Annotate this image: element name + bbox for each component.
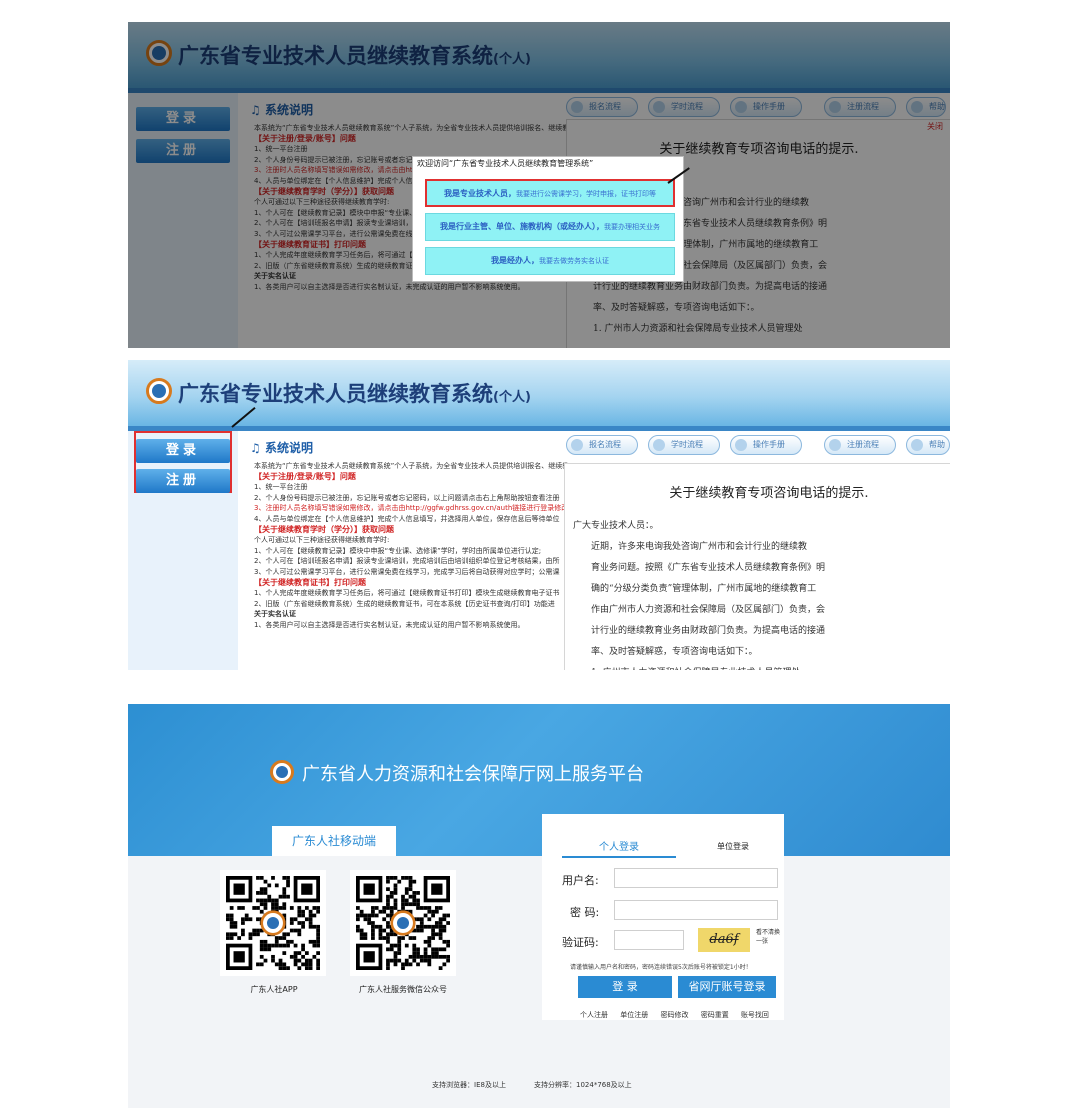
- logo-icon: [146, 378, 172, 404]
- doc-line: 1、个人完成年度继续教育学习任务后，将可通过【继续教育证书打印】模块生成继续教育…: [254, 589, 560, 598]
- doc-line: 2、旧版（广东省继续教育系统）生成的继续教育证书，可在本系统【历史证书查询/打印…: [254, 599, 555, 608]
- option-agent[interactable]: 我是经办人，我要去做劳务实名认证: [425, 247, 675, 275]
- left-nav: 登录 注册: [128, 431, 238, 670]
- tab-personal-login[interactable]: 个人登录: [562, 838, 676, 858]
- doc-line: 1、各类用户可以自主选择是否进行实名制认证，未完成认证的用户暂不影响系统使用。: [254, 620, 525, 629]
- notice-line: 1. 广州市人力资源和社会保障局专业技术人员管理处: [573, 663, 950, 670]
- login-links: 个人注册 单位注册 密码修改 密码重置 账号找回: [580, 1010, 780, 1020]
- link-unit-register[interactable]: 单位注册: [620, 1011, 648, 1019]
- welcome-dialog: 欢迎访问“广东省专业技术人员继续教育管理系统” 我是专业技术人员，我要进行公需课…: [412, 156, 684, 282]
- notice-line: 广大专业技术人员：。: [573, 521, 659, 531]
- support-browser: 支持浏览器：IE8及以上: [432, 1081, 506, 1089]
- doc-line: 关于实名认证: [254, 610, 296, 619]
- qr-code-wechat: [350, 870, 456, 976]
- notice-line: 作由广州市人力资源和社会保障局（及区属部门）负责，会: [591, 605, 826, 615]
- doc-line: 【关于继续教育学时（学分）】获取问题: [254, 524, 394, 534]
- option-professional[interactable]: 我是专业技术人员，我要进行公需课学习，学时申报，证书打印等: [425, 179, 675, 207]
- portal-banner: 广东省人力资源和社会保障厅网上服务平台 广东人社移动端: [128, 704, 950, 856]
- link-password-change[interactable]: 密码修改: [660, 1011, 688, 1019]
- notice-line: 近期，许多来电询我处咨询广州市和会计行业的继续教: [591, 542, 808, 552]
- notice-text: 广大专业技术人员：。近期，许多来电询我处咨询广州市和会计行业的继续教育业务问题。…: [573, 516, 950, 670]
- system-header: 广东省专业技术人员继续教育系统(个人): [128, 360, 950, 426]
- doc-line: 本系统为“广东省专业技术人员继续教育系统”个人子系统，为全省专业技术人员提供培训…: [254, 462, 570, 470]
- notice-line: 计行业的继续教育业务由财政部门负责。为提高电话的接通: [591, 626, 826, 636]
- doc-line: 个人可通过以下三种途径获得继续教育学时:: [254, 536, 390, 545]
- captcha-input[interactable]: [614, 930, 684, 950]
- notice-line: 率、及时答疑解惑，专项咨询电话如下：。: [591, 647, 758, 657]
- tab-hours-flow[interactable]: 学时流程: [648, 435, 720, 455]
- doc-line: 【关于注册/登录/账号】问题: [254, 471, 356, 481]
- info-icon: ♫: [250, 441, 265, 455]
- link-account-recover[interactable]: 账号找回: [741, 1011, 769, 1019]
- mobile-tab[interactable]: 广东人社移动端: [272, 826, 396, 856]
- option-unit[interactable]: 我是行业主管、单位、施教机构（或经办人），我要办理相关业务: [425, 213, 675, 241]
- top-tabs: 报名流程 学时流程 操作手册 注册流程 帮助: [566, 435, 950, 457]
- doc-line: 4、人员与单位绑定在【个人信息维护】完成个人信息填写，并选择用人单位，保存信息后…: [254, 514, 560, 523]
- doc-line: 【关于继续教育证书】打印问题: [254, 577, 366, 587]
- doc-line: 1、统一平台注册: [254, 483, 308, 492]
- system-description: 本系统为“广东省专业技术人员继续教育系统”个人子系统，为全省专业技术人员提供培训…: [254, 461, 572, 631]
- refresh-captcha-link[interactable]: 看不清换一张: [756, 928, 780, 946]
- qr-caption-wechat: 广东人社服务微信公众号: [359, 985, 447, 994]
- tab-signup-flow[interactable]: 报名流程: [566, 435, 638, 455]
- doc-line: 2、个人可在【培训班报名申请】报读专业课培训，完成培训后由培训组织单位登记考核结…: [254, 557, 560, 566]
- support-resolution: 支持分辨率：1024*768及以上: [534, 1081, 632, 1089]
- logo-icon: [270, 760, 294, 784]
- doc-line: 3、注册时人员名称填写错误如需修改，请点击由http://ggfw.gdhrss…: [254, 504, 572, 513]
- tab-register-flow[interactable]: 注册流程: [824, 435, 896, 455]
- screenshot-system-with-dialog: 广东省专业技术人员继续教育系统(个人) 登录 注册 ♫ 系统说明 报名流程 学时…: [128, 22, 950, 348]
- screenshot-system-main: 广东省专业技术人员继续教育系统(个人) 登录 注册 ♫ 系统说明 报名流程 学时…: [128, 360, 950, 670]
- password-label: 密 码:: [570, 906, 600, 919]
- notice-title: 关于继续教育专项咨询电话的提示.: [669, 486, 869, 501]
- province-login-button[interactable]: 省网厅账号登录: [678, 976, 776, 998]
- system-title: 广东省专业技术人员继续教育系统(个人): [178, 382, 531, 406]
- notice-line: 育业务问题。按照《广东省专业技术人员继续教育条例》明: [591, 563, 826, 573]
- portal-title: 广东省人力资源和社会保障厅网上服务平台: [302, 764, 644, 785]
- login-button[interactable]: 登 录: [578, 976, 672, 998]
- tab-manual[interactable]: 操作手册: [730, 435, 802, 455]
- tab-help[interactable]: 帮助: [906, 435, 950, 455]
- username-input[interactable]: [614, 868, 778, 888]
- tab-unit-login[interactable]: 单位登录: [676, 841, 790, 861]
- screenshot-portal-login: 广东省人力资源和社会保障厅网上服务平台 广东人社移动端 广东人社APP 广东人社…: [128, 704, 950, 1108]
- qr-code-app: [220, 870, 326, 976]
- login-box: 个人登录 单位登录 用户名: 密 码: 验证码: da6f 看不清换一张 请谨慎…: [542, 814, 784, 1020]
- login-nav-button[interactable]: 登录: [136, 439, 230, 463]
- password-input[interactable]: [614, 900, 778, 920]
- captcha-image[interactable]: da6f: [698, 928, 750, 952]
- username-label: 用户名:: [562, 874, 599, 887]
- qr-caption-app: 广东人社APP: [250, 985, 298, 994]
- notice-panel: 关闭 关于继续教育专项咨询电话的提示. 广大专业技术人员：。近期，许多来电询我处…: [564, 463, 950, 670]
- link-personal-register[interactable]: 个人注册: [580, 1011, 608, 1019]
- notice-line: 确的“分级分类负责”管理体制，广州市属地的继续教育工: [591, 584, 817, 594]
- section-heading: ♫ 系统说明: [250, 441, 313, 455]
- login-hint: 请谨慎输入用户名和密码，密码连续错误5次后账号将被锁定1小时！: [570, 964, 752, 971]
- dialog-title: 欢迎访问“广东省专业技术人员继续教育管理系统”: [417, 159, 594, 168]
- doc-line: 2、个人身份号码提示已被注册，忘记账号或者忘记密码，以上问题请点击右上角帮助按钮…: [254, 493, 560, 502]
- link-password-reset[interactable]: 密码重置: [701, 1011, 729, 1019]
- doc-line: 3、个人可过公需课学习平台，进行公需课免费在线学习，完成学习后将自动获得对应学时…: [254, 567, 560, 576]
- captcha-label: 验证码:: [562, 936, 599, 949]
- register-nav-button[interactable]: 注册: [136, 469, 230, 493]
- doc-line: 1、个人可在【继续教育记录】模块中申报“专业课、选修课”学时，学时由所属单位进行…: [254, 546, 542, 555]
